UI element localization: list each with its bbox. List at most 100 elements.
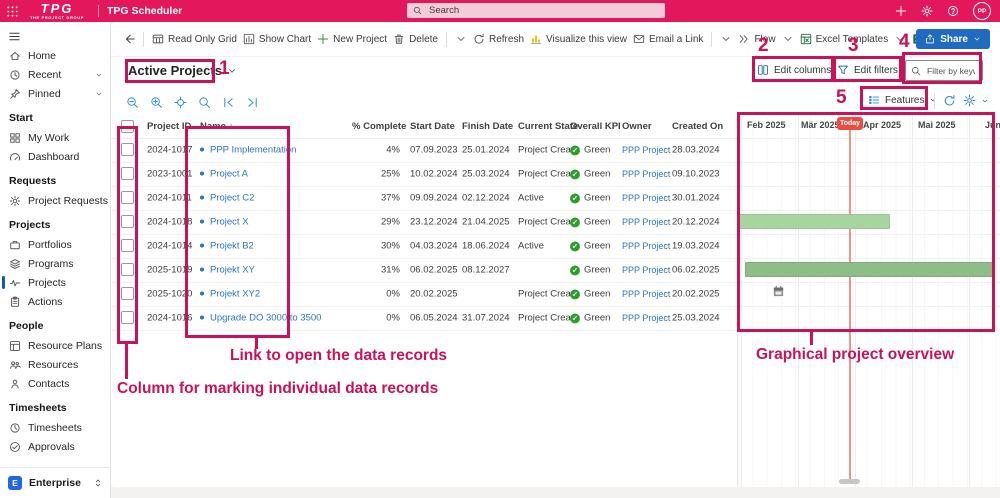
cell-owner[interactable]: PPP Project Ma	[622, 217, 671, 227]
excel-templates-button[interactable]: Excel Templates	[800, 33, 889, 45]
sidebar-item-pinned[interactable]: Pinned	[0, 84, 110, 103]
gantt-bar[interactable]	[738, 214, 890, 229]
flow-chevron[interactable]	[782, 33, 794, 45]
sidebar-item-recent[interactable]: Recent	[0, 65, 110, 84]
cell-name[interactable]: PPP Implementation	[200, 145, 352, 156]
filter-keyword-input[interactable]	[925, 65, 977, 77]
calendar-icon[interactable]	[772, 285, 785, 298]
record-link[interactable]: Project A	[210, 169, 248, 180]
row-checkbox[interactable]	[121, 167, 134, 180]
more-commands-chevron[interactable]	[455, 33, 467, 45]
sidebar-item-projects[interactable]: Projects	[0, 273, 110, 292]
sidebar-item-resource-plans[interactable]: Resource Plans	[0, 336, 110, 355]
edit-filters-button[interactable]: Edit filters	[837, 64, 898, 76]
gantt-settings-button[interactable]	[963, 94, 989, 107]
cell-owner[interactable]: PPP Project Ma	[622, 169, 671, 179]
column-header-name[interactable]: Name↑	[200, 121, 352, 132]
email-link-chevron[interactable]	[720, 33, 732, 45]
excel-templates-chevron[interactable]	[894, 33, 906, 45]
cell-name[interactable]: Project C2	[200, 193, 352, 204]
column-header-start_date[interactable]: Start Date	[410, 121, 460, 132]
email-link-button[interactable]: Email a Link	[633, 33, 703, 45]
row-checkbox[interactable]	[121, 311, 134, 324]
delete-button[interactable]: Delete	[393, 33, 438, 45]
column-header-owner[interactable]: Owner	[622, 121, 671, 132]
refresh-button[interactable]: Refresh	[473, 33, 524, 45]
gantt-refresh-button[interactable]	[943, 94, 956, 107]
edit-columns-button[interactable]: Edit columns	[757, 64, 831, 76]
column-header-overall_kpi[interactable]: Overall KPI	[570, 121, 622, 132]
cell-owner[interactable]: PPP Project Ma	[622, 265, 671, 275]
sidebar-item-timesheets[interactable]: Timesheets	[0, 418, 110, 437]
zoom-out-icon[interactable]	[126, 96, 139, 109]
cell-name[interactable]: Project X	[200, 217, 352, 228]
record-link[interactable]: PPP Implementation	[210, 145, 296, 156]
sidebar-item-home[interactable]: Home	[0, 46, 110, 65]
global-search-input[interactable]	[427, 4, 659, 17]
app-launcher-waffle-icon[interactable]	[0, 5, 24, 18]
view-selector[interactable]: Active Projects	[128, 63, 237, 78]
sidebar-item-contacts[interactable]: Contacts	[0, 374, 110, 393]
column-header-percent_complete[interactable]: % Complete	[352, 121, 400, 132]
record-link[interactable]: Projekt XY2	[210, 289, 260, 300]
horizontal-scrollbar-thumb[interactable]	[839, 479, 860, 484]
row-checkbox[interactable]	[121, 263, 134, 276]
environment-switcher[interactable]: E Enterprise	[0, 467, 110, 498]
cell-name[interactable]: Project A	[200, 169, 352, 180]
avatar[interactable]: PP	[973, 2, 991, 20]
share-button[interactable]: Share	[916, 29, 990, 49]
zoom-in-icon[interactable]	[150, 96, 163, 109]
sidebar-item-portfolios[interactable]: Portfolios	[0, 235, 110, 254]
column-header-finish_date[interactable]: Finish Date	[462, 121, 514, 132]
sidebar-item-my-work[interactable]: My Work	[0, 128, 110, 147]
last-page-icon[interactable]	[246, 96, 259, 109]
cell-owner[interactable]: PPP Project Ma	[622, 313, 671, 323]
back-button[interactable]	[123, 33, 135, 45]
visualize-view-button[interactable]: Visualize this view	[530, 33, 627, 45]
read-only-grid-button[interactable]: Read Only Grid	[152, 33, 237, 45]
search-icon[interactable]	[198, 96, 211, 109]
cell-name[interactable]: Projekt XY2	[200, 289, 352, 300]
show-chart-button[interactable]: Show Chart	[243, 33, 311, 45]
record-link[interactable]: Projekt XY	[210, 265, 255, 276]
first-page-icon[interactable]	[222, 96, 235, 109]
sidebar-item-project-requests[interactable]: Project Requests	[0, 191, 110, 210]
sidebar-item-approvals[interactable]: Approvals	[0, 437, 110, 456]
table-row[interactable]: 2025-1019Projekt XY31%06.02.202508.12.20…	[110, 258, 737, 283]
sidebar-item-dashboard[interactable]: Dashboard	[0, 147, 110, 166]
table-row[interactable]: 2024-1014Projekt B230%04.03.202418.06.20…	[110, 234, 737, 259]
table-row[interactable]: 2023-1001Project A25%10.02.202425.03.202…	[110, 162, 737, 187]
cell-owner[interactable]: PPP Project Ma	[622, 145, 671, 155]
help-icon[interactable]	[947, 5, 959, 17]
filter-keyword-box[interactable]	[905, 60, 983, 81]
table-row[interactable]: 2025-1020Projekt XY20%20.02.2025Project …	[110, 282, 737, 307]
row-checkbox[interactable]	[121, 143, 134, 156]
record-link[interactable]: Upgrade DO 3000 to 3500	[210, 313, 321, 324]
row-checkbox[interactable]	[121, 287, 134, 300]
add-icon[interactable]	[895, 5, 907, 17]
select-all-checkbox[interactable]	[121, 120, 134, 133]
table-row[interactable]: 2024-1018Project X29%23.12.202421.04.202…	[110, 210, 737, 235]
sidebar-item-resources[interactable]: Resources	[0, 355, 110, 374]
sidebar-item-programs[interactable]: Programs	[0, 254, 110, 273]
features-dropdown[interactable]: Features	[868, 94, 937, 106]
column-header-project_id[interactable]: Project ID	[147, 121, 199, 132]
fit-view-icon[interactable]	[174, 96, 187, 109]
gantt-bar[interactable]	[745, 262, 995, 277]
cell-owner[interactable]: PPP Project Ma	[622, 193, 671, 203]
table-row[interactable]: 2024-1017PPP Implementation4%07.09.20232…	[110, 138, 737, 163]
cell-owner[interactable]: PPP Project Ma	[622, 289, 671, 299]
table-row[interactable]: 2024-1016Upgrade DO 3000 to 35000%06.05.…	[110, 306, 737, 331]
record-link[interactable]: Project X	[210, 217, 249, 228]
table-row[interactable]: 2024-1011Project C237%09.09.202402.12.20…	[110, 186, 737, 211]
cell-name[interactable]: Projekt B2	[200, 241, 352, 252]
column-header-created_on[interactable]: Created On	[672, 121, 727, 132]
sidebar-item-actions[interactable]: Actions	[0, 292, 110, 311]
record-link[interactable]: Projekt B2	[210, 241, 254, 252]
row-checkbox[interactable]	[121, 191, 134, 204]
global-search-box[interactable]	[407, 3, 665, 18]
row-checkbox[interactable]	[121, 215, 134, 228]
cell-name[interactable]: Projekt XY	[200, 265, 352, 276]
new-project-button[interactable]: New Project	[317, 33, 387, 45]
row-checkbox[interactable]	[121, 239, 134, 252]
